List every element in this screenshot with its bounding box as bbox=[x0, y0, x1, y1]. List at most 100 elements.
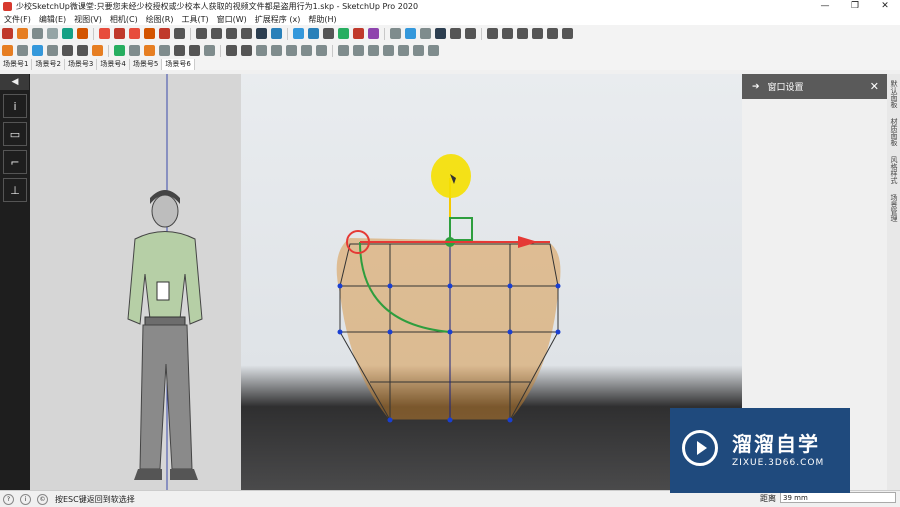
tool-button-icon[interactable] bbox=[532, 28, 543, 39]
tool-button-icon[interactable] bbox=[413, 45, 424, 56]
tool-button-icon[interactable] bbox=[2, 28, 13, 39]
tool-button-icon[interactable] bbox=[353, 28, 364, 39]
tool-button-icon[interactable] bbox=[2, 45, 13, 56]
tool-button-icon[interactable] bbox=[17, 28, 28, 39]
scene-tab-2[interactable]: 场景号2 bbox=[32, 59, 65, 70]
tool-button-icon[interactable] bbox=[129, 45, 140, 56]
arc-tool-icon[interactable]: ⌐ bbox=[3, 150, 27, 174]
tool-button-icon[interactable] bbox=[241, 28, 252, 39]
close-button[interactable]: ✕ bbox=[870, 0, 900, 13]
tool-button-icon[interactable] bbox=[189, 45, 200, 56]
menu-extensions[interactable]: 扩展程序 (x) bbox=[255, 14, 301, 25]
credits-icon[interactable]: © bbox=[37, 493, 48, 505]
menu-tools[interactable]: 工具(T) bbox=[182, 14, 209, 25]
tool-button-icon[interactable] bbox=[77, 28, 88, 39]
tool-button-icon[interactable] bbox=[174, 45, 185, 56]
vtab-scenes[interactable]: 场景管理 bbox=[889, 194, 899, 222]
menu-file[interactable]: 文件(F) bbox=[4, 14, 31, 25]
tool-button-icon[interactable] bbox=[368, 28, 379, 39]
rectangle-icon[interactable]: ▭ bbox=[3, 122, 27, 146]
menu-window[interactable]: 窗口(W) bbox=[217, 14, 247, 25]
tool-button-icon[interactable] bbox=[338, 45, 349, 56]
tool-button-icon[interactable] bbox=[420, 28, 431, 39]
tool-button-icon[interactable] bbox=[338, 28, 349, 39]
tool-button-icon[interactable] bbox=[390, 28, 401, 39]
scene-tab-4[interactable]: 场景号4 bbox=[97, 59, 130, 70]
scene-tab-6[interactable]: 场景号6 bbox=[162, 59, 195, 70]
tool-button-icon[interactable] bbox=[62, 28, 73, 39]
tool-button-icon[interactable] bbox=[62, 45, 73, 56]
tool-button-icon[interactable] bbox=[114, 28, 125, 39]
tool-button-icon[interactable] bbox=[398, 45, 409, 56]
scene-tab-5[interactable]: 场景号5 bbox=[130, 59, 163, 70]
tool-button-icon[interactable] bbox=[17, 45, 28, 56]
tool-button-icon[interactable] bbox=[562, 28, 573, 39]
tool-button-icon[interactable] bbox=[226, 45, 237, 56]
arrow-right-icon[interactable]: ➔ bbox=[752, 82, 760, 92]
scene-tab-1[interactable]: 场景号1 bbox=[0, 59, 33, 70]
tool-button-icon[interactable] bbox=[547, 28, 558, 39]
menu-view[interactable]: 视图(V) bbox=[74, 14, 102, 25]
menu-draw[interactable]: 绘图(R) bbox=[146, 14, 174, 25]
scene-tab-3[interactable]: 场景号3 bbox=[65, 59, 98, 70]
vtab-materials[interactable]: 材质面板 bbox=[889, 118, 899, 146]
tool-button-icon[interactable] bbox=[144, 45, 155, 56]
tool-button-icon[interactable] bbox=[316, 45, 327, 56]
tool-button-icon[interactable] bbox=[204, 45, 215, 56]
tool-button-icon[interactable] bbox=[32, 45, 43, 56]
tool-button-icon[interactable] bbox=[323, 28, 334, 39]
tool-button-icon[interactable] bbox=[517, 28, 528, 39]
tray-header-icon[interactable]: ◀ bbox=[0, 74, 30, 90]
tool-button-icon[interactable] bbox=[487, 28, 498, 39]
menu-help[interactable]: 帮助(H) bbox=[308, 14, 336, 25]
tool-button-icon[interactable] bbox=[47, 45, 58, 56]
tool-button-icon[interactable] bbox=[435, 28, 446, 39]
tool-button-icon[interactable] bbox=[502, 28, 513, 39]
tool-button-icon[interactable] bbox=[286, 45, 297, 56]
vtab-default-panel[interactable]: 默认面板 bbox=[889, 80, 899, 108]
tool-button-icon[interactable] bbox=[226, 28, 237, 39]
tool-button-icon[interactable] bbox=[271, 28, 282, 39]
tool-button-icon[interactable] bbox=[293, 28, 304, 39]
tool-button-icon[interactable] bbox=[144, 28, 155, 39]
tool-button-icon[interactable] bbox=[271, 45, 282, 56]
tool-button-icon[interactable] bbox=[114, 45, 125, 56]
tool-button-icon[interactable] bbox=[368, 45, 379, 56]
close-icon[interactable]: ✕ bbox=[870, 80, 879, 93]
menu-camera[interactable]: 相机(C) bbox=[110, 14, 138, 25]
tool-button-icon[interactable] bbox=[47, 28, 58, 39]
tool-button-icon[interactable] bbox=[383, 45, 394, 56]
title-bar: 少校SketchUp微课堂:只要您未经少校授权或少校本人获取的视频文件都是盗用行… bbox=[0, 0, 900, 13]
tool-button-icon[interactable] bbox=[241, 45, 252, 56]
tool-button-icon[interactable] bbox=[428, 45, 439, 56]
tool-button-icon[interactable] bbox=[353, 45, 364, 56]
tool-button-icon[interactable] bbox=[159, 45, 170, 56]
tool-button-icon[interactable] bbox=[256, 28, 267, 39]
tool-button-icon[interactable] bbox=[196, 28, 207, 39]
tool-button-icon[interactable] bbox=[92, 45, 103, 56]
vtab-styles[interactable]: 风格样式 bbox=[889, 156, 899, 184]
help-icon[interactable]: ? bbox=[3, 493, 14, 505]
menu-edit[interactable]: 编辑(E) bbox=[39, 14, 66, 25]
tool-button-icon[interactable] bbox=[301, 45, 312, 56]
info-icon[interactable]: i bbox=[20, 493, 31, 505]
tool-button-icon[interactable] bbox=[450, 28, 461, 39]
tool-button-icon[interactable] bbox=[129, 28, 140, 39]
tool-button-icon[interactable] bbox=[159, 28, 170, 39]
toolbar-separator bbox=[481, 27, 482, 40]
info-icon[interactable]: i bbox=[3, 94, 27, 118]
minimize-button[interactable]: — bbox=[810, 0, 840, 13]
maximize-button[interactable]: ❐ bbox=[840, 0, 870, 13]
measurements-input[interactable]: 39 mm bbox=[780, 492, 896, 503]
tool-button-icon[interactable] bbox=[211, 28, 222, 39]
tool-button-icon[interactable] bbox=[256, 45, 267, 56]
tool-button-icon[interactable] bbox=[174, 28, 185, 39]
tool-button-icon[interactable] bbox=[77, 45, 88, 56]
tool-button-icon[interactable] bbox=[308, 28, 319, 39]
tool-button-icon[interactable] bbox=[465, 28, 476, 39]
model-viewport[interactable] bbox=[30, 74, 742, 490]
axes-icon[interactable]: ⊥ bbox=[3, 178, 27, 202]
tool-button-icon[interactable] bbox=[99, 28, 110, 39]
tool-button-icon[interactable] bbox=[405, 28, 416, 39]
tool-button-icon[interactable] bbox=[32, 28, 43, 39]
